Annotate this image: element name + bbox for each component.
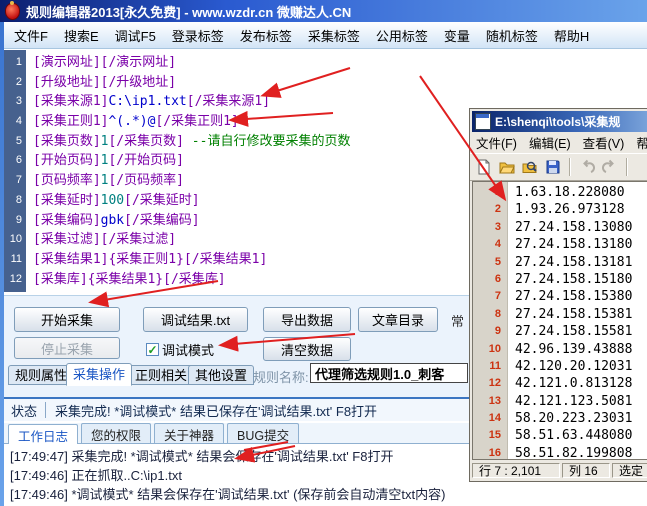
debug-result-button[interactable]: 调试结果.txt [143,307,248,332]
notepad-text-area[interactable]: 1 1.63.18.228080 2 1.93.26.973128 3 27.24.158… [472,181,647,460]
notepad-status-line: 行 7 : 2,101 [472,462,560,478]
notepad-menubar: 文件(F) 编辑(E) 查看(V) 帮助(H) [470,132,647,153]
log-line: [17:49:46] *调试模式* 结果会保存在'调试结果.txt' (保存前会… [10,487,446,502]
status-label: 状态 [11,403,38,419]
clipped-text-right: 常 [451,314,465,329]
menu-item[interactable]: 随机标签 [478,26,546,45]
start-collect-button[interactable]: 开始采集 [14,307,120,332]
log-tab-BUG提交[interactable]: BUG提交 [227,423,300,443]
tab-规则属性[interactable]: 规则属性 [8,365,75,385]
main-menubar: 文件F 搜索E 调试F5 登录标签 发布标签 采集标签 公用标签 变量 随机标签 帮助H [0,22,647,49]
toolbar-separator [626,158,628,176]
notepad-status-col: 列 16 [562,462,610,478]
new-file-icon[interactable] [474,157,494,177]
toolbar-separator [569,158,571,176]
checkbox-check-icon: ✓ [146,342,159,357]
notepad-menu-item[interactable]: 文件(F) [476,133,517,152]
rule-name-label: 规则名称: [253,370,309,385]
menu-item[interactable]: 文件F [6,26,56,45]
notepad-line: 15 58.51.63.448080 [488,428,633,444]
log-tab-您的权限[interactable]: 您的权限 [81,423,152,443]
notepad-line: 12 42.121.0.813128 [488,376,633,392]
search-icon[interactable] [520,157,540,177]
menu-item[interactable]: 登录标签 [164,26,232,45]
notepad-doc-icon [475,113,491,130]
notepad-line: 5 27.24.158.13181 [494,254,633,270]
undo-icon[interactable] [577,157,597,177]
notepad-menu-item[interactable]: 查看(V) [583,133,625,152]
status-text: 采集完成! *调试模式* 结果已保存在'调试结果.txt' F8打开 [55,403,378,419]
notepad-line: 10 42.96.139.43888 [488,341,633,357]
log-tab-关于神器[interactable]: 关于神器 [154,423,225,443]
notepad-line: 3 27.24.158.13080 [494,219,633,235]
notepad-status-sel: 选定 [612,462,647,478]
notepad-line: 6 27.24.158.15180 [494,271,633,287]
save-icon[interactable] [543,157,563,177]
rule-line: 2 [升级地址][/升级地址] [15,74,177,90]
notepad-window: E:\shenqi\tools\采集规 文件(F) 编辑(E) 查看(V) 帮助(H)… [469,108,647,482]
article-dir-button[interactable]: 文章目录 [358,307,438,332]
notepad-toolbar [470,153,647,181]
menu-item[interactable]: 发布标签 [232,26,300,45]
menu-item[interactable]: 帮助H [546,26,597,45]
notepad-line: 4 27.24.158.13180 [494,237,633,253]
export-data-button[interactable]: 导出数据 [263,307,351,332]
debug-mode-label: 调试模式 [162,343,215,358]
notepad-line: 16 58.51.82.199808 [488,445,633,460]
rule-line: 1 [演示网址][/演示网址] [15,55,177,70]
log-tab-工作日志[interactable]: 工作日志 [8,424,79,444]
notepad-line: 13 42.121.123.5081 [488,393,633,409]
tab-其他设置[interactable]: 其他设置 [188,365,255,385]
tab-正则相关[interactable]: 正则相关 [128,365,195,385]
main-titlebar: 规则编辑器2013[永久免费] - www.wzdr.cn 微赚达人.CN [0,0,647,22]
screenshot-root: 规则编辑器2013[永久免费] - www.wzdr.cn 微赚达人.CN 文件… [0,0,647,506]
menu-item[interactable]: 调试F5 [107,26,164,45]
notepad-line: 2 1.93.26.973128 [494,202,625,218]
menu-item[interactable]: 采集标签 [300,26,368,45]
notepad-line: 9 27.24.158.15581 [494,324,633,340]
rule-name-input[interactable] [310,363,468,383]
app-icon [5,0,20,20]
menu-item[interactable]: 公用标签 [368,26,436,45]
notepad-line: 8 27.24.158.15381 [494,306,633,322]
menu-item[interactable]: 搜索E [56,26,107,45]
notepad-menu-item[interactable]: 编辑(E) [529,133,571,152]
tab-采集操作[interactable]: 采集操作 [66,363,133,386]
stop-collect-button[interactable]: 停止采集 [14,337,120,359]
notepad-title: E:\shenqi\tools\采集规 [495,115,621,129]
notepad-line: 7 27.24.158.15380 [494,289,633,305]
notepad-line: 1 1.63.18.228080 [494,185,625,200]
notepad-status-bar: 行 7 : 2,101 列 16 选定 [472,461,647,479]
notepad-menu-item[interactable]: 帮助(H) [636,133,647,152]
open-folder-icon[interactable] [497,157,517,177]
clear-data-button[interactable]: 清空数据 [263,337,351,361]
menu-item[interactable]: 变量 [436,26,478,45]
notepad-line: 14 58.20.223.23031 [488,411,633,427]
redo-icon[interactable] [600,157,620,177]
notepad-rows: 1 1.63.18.228080 2 1.93.26.973128 3 27.24.158… [473,184,647,460]
main-window-title: 规则编辑器2013[永久免费] - www.wzdr.cn 微赚达人.CN [26,4,352,20]
debug-mode-checkbox[interactable]: ✓ 调试模式 [146,340,214,359]
notepad-titlebar[interactable]: E:\shenqi\tools\采集规 [472,111,647,132]
notepad-line: 11 42.120.20.12031 [489,358,633,374]
